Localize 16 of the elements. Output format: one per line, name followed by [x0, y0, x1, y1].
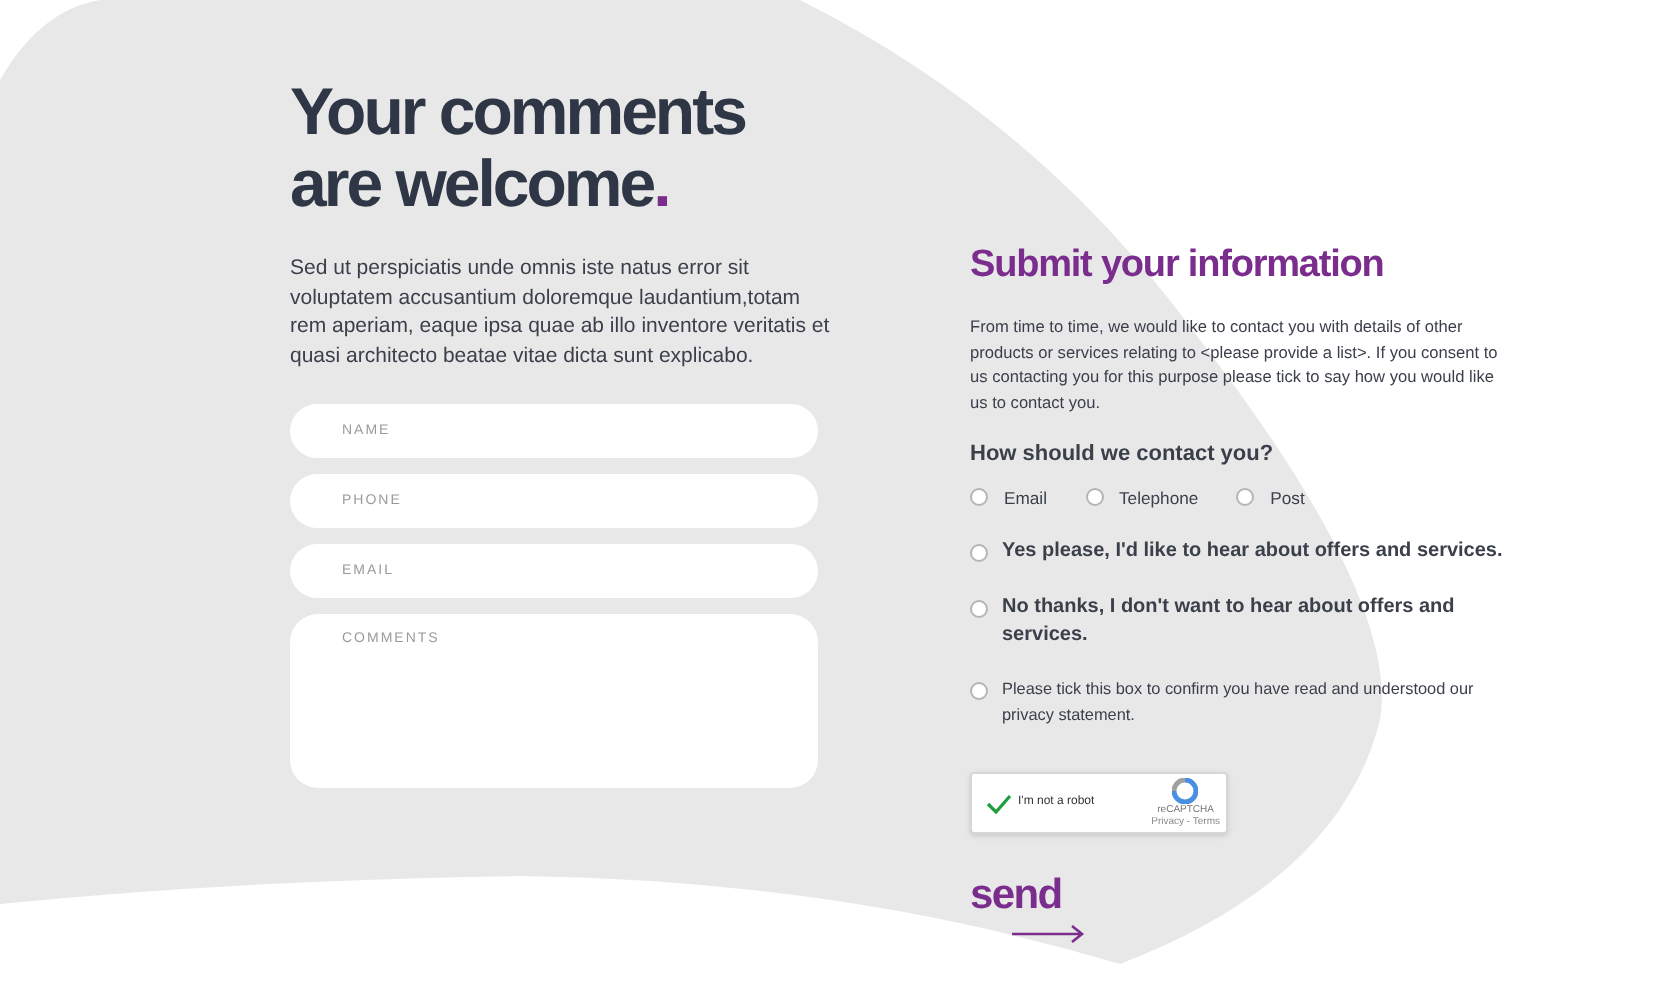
option-label: Please tick this box to confirm you have read and understood our privacy statement. — [1002, 678, 1476, 728]
page-heading: Your comments are welcome. — [290, 76, 748, 220]
option-label: No thanks, I don't want to hear about offers and services. — [1002, 594, 1457, 651]
send-button[interactable]: send — [970, 874, 1090, 945]
intro-paragraph: Sed ut perspiciatis unde omnis iste natus error sit voluptatem accusantium doloremque laudantium,totam rem aperiam, eaque ipsa quae ab illo inventore veritatis et quasi architecto beatae vitae dicta sunt explicabo. — [290, 254, 832, 370]
checkmark-icon — [985, 793, 1011, 814]
option-label: Yes please, I'd like to hear about offers and services. — [1002, 538, 1505, 567]
arrow-icon — [1012, 924, 1086, 945]
recaptcha-logo-icon — [1172, 778, 1199, 805]
option-label: Telephone — [1119, 485, 1199, 511]
contact-question: How should we contact you? — [970, 440, 1276, 470]
submit-heading: Submit your information — [970, 242, 1386, 290]
captcha-checkbox[interactable] — [984, 789, 1012, 818]
option-label: Post — [1270, 485, 1305, 511]
option-label: Email — [1004, 485, 1047, 511]
consent-paragraph: From time to time, we would like to contact you with details of other products or services relating to <please provide a list>. If you consent to us contacting you for this purpose please tick to say how you would like us to contact you. — [970, 314, 1500, 414]
